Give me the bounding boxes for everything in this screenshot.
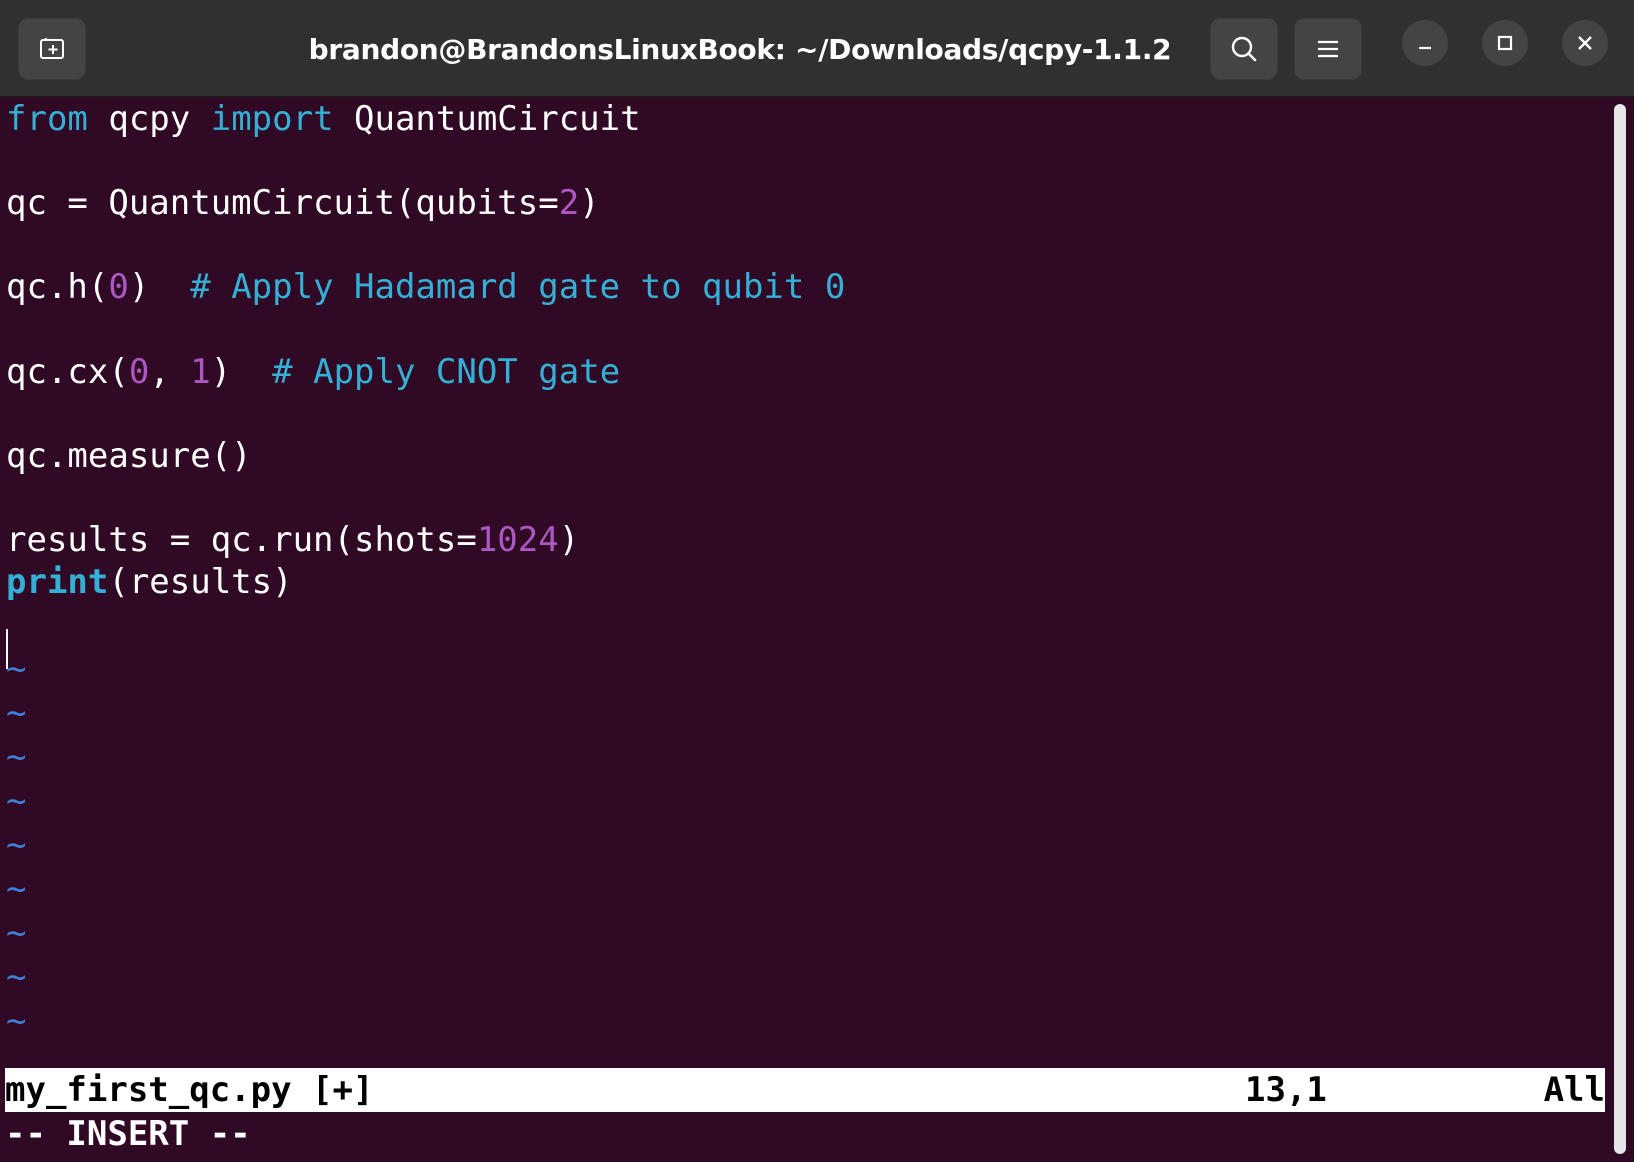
status-cursor-position: 13,1 bbox=[1245, 1070, 1327, 1110]
status-filename: my_first_qc.py [+] bbox=[5, 1070, 374, 1110]
maximize-icon bbox=[1497, 35, 1513, 51]
keyword: import bbox=[210, 99, 334, 139]
close-icon bbox=[1578, 36, 1592, 50]
empty-line-marker: ~ bbox=[6, 869, 27, 909]
empty-line-marker: ~ bbox=[6, 649, 27, 689]
code-text: qc.h( bbox=[6, 267, 109, 307]
code-comment: # Apply Hadamard gate to qubit 0 bbox=[190, 267, 846, 307]
code-text: ) bbox=[128, 267, 191, 307]
search-icon bbox=[1231, 36, 1257, 62]
code-text: qc = QuantumCircuit(qubits= bbox=[6, 183, 559, 223]
number-literal: 1 bbox=[190, 352, 211, 392]
number-literal: 0 bbox=[108, 267, 129, 307]
builtin-function: print bbox=[6, 562, 109, 602]
code-text: results = qc.run(shots= bbox=[6, 520, 477, 560]
minimize-button[interactable] bbox=[1402, 20, 1448, 66]
code-text: QuantumCircuit bbox=[333, 99, 641, 139]
empty-line-marker: ~ bbox=[6, 737, 27, 777]
code-text: qcpy bbox=[87, 99, 211, 139]
status-scroll-indicator: All bbox=[1543, 1070, 1605, 1110]
scrollbar[interactable] bbox=[1614, 104, 1626, 1154]
code-text: ) bbox=[210, 352, 273, 392]
search-button[interactable] bbox=[1210, 18, 1278, 80]
empty-line-marker: ~ bbox=[6, 781, 27, 821]
code-line-5: qc.h(0) # Apply Hadamard gate to qubit 0 bbox=[6, 265, 845, 309]
code-comment: # Apply CNOT gate bbox=[272, 352, 621, 392]
code-text: qc.measure() bbox=[6, 436, 252, 476]
empty-line-marker: ~ bbox=[6, 913, 27, 953]
code-line-3: qc = QuantumCircuit(qubits=2) bbox=[6, 181, 600, 225]
vim-mode-indicator: -- INSERT -- bbox=[5, 1114, 251, 1154]
code-text: qc.cx( bbox=[6, 352, 129, 392]
vim-editor-area[interactable]: from qcpy import QuantumCircuit qc = Qua… bbox=[0, 97, 1610, 1162]
window-title: brandon@BrandonsLinuxBook: ~/Downloads/q… bbox=[308, 32, 1172, 66]
empty-line-marker: ~ bbox=[6, 1001, 27, 1041]
hamburger-menu-icon bbox=[1318, 40, 1338, 58]
menu-button[interactable] bbox=[1294, 18, 1362, 80]
new-tab-button[interactable] bbox=[18, 18, 86, 80]
empty-line-marker: ~ bbox=[6, 825, 27, 865]
code-line-1: from qcpy import QuantumCircuit bbox=[6, 97, 641, 141]
maximize-button[interactable] bbox=[1482, 20, 1528, 66]
close-button[interactable] bbox=[1562, 20, 1608, 66]
number-literal: 2 bbox=[558, 183, 580, 223]
code-line-7: qc.cx(0, 1) # Apply CNOT gate bbox=[6, 350, 620, 394]
code-line-12: print(results) bbox=[6, 560, 293, 604]
empty-line-marker: ~ bbox=[6, 693, 27, 733]
minimize-icon bbox=[1419, 46, 1431, 50]
code-text: ) bbox=[558, 520, 580, 560]
code-text: ) bbox=[579, 183, 600, 223]
title-bar: brandon@BrandonsLinuxBook: ~/Downloads/q… bbox=[0, 0, 1634, 97]
terminal-window: brandon@BrandonsLinuxBook: ~/Downloads/q… bbox=[0, 0, 1634, 1162]
code-text: (results) bbox=[108, 562, 293, 602]
number-literal: 1024 bbox=[476, 520, 559, 560]
number-literal: 0 bbox=[128, 352, 150, 392]
code-text: , bbox=[149, 352, 191, 392]
vim-status-line: my_first_qc.py [+] 13,1 All bbox=[5, 1068, 1605, 1112]
code-line-11: results = qc.run(shots=1024) bbox=[6, 518, 579, 562]
empty-line-marker: ~ bbox=[6, 957, 27, 997]
keyword: from bbox=[6, 99, 88, 139]
new-tab-icon bbox=[40, 38, 64, 59]
code-line-9: qc.measure() bbox=[6, 434, 252, 478]
